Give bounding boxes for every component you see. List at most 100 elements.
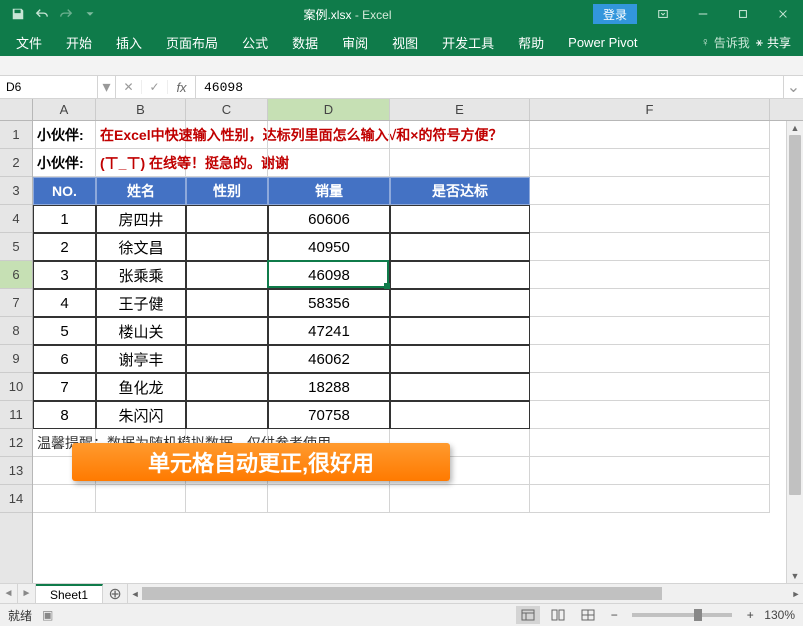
view-page-layout-icon[interactable] <box>546 606 570 624</box>
cell[interactable] <box>186 317 268 345</box>
ribbon-options-icon[interactable] <box>643 0 683 28</box>
cell[interactable] <box>530 317 770 345</box>
cell[interactable]: 姓名 <box>96 177 186 205</box>
cancel-formula-icon[interactable]: ✕ <box>116 80 142 94</box>
scroll-right-icon[interactable]: ► <box>789 584 803 603</box>
tab-插入[interactable]: 插入 <box>104 28 154 56</box>
cell[interactable]: 47241 <box>268 317 390 345</box>
cell[interactable]: 朱闪闪 <box>96 401 186 429</box>
cell[interactable]: 张乘乘 <box>96 261 186 289</box>
login-button[interactable]: 登录 <box>593 4 637 24</box>
cell[interactable] <box>390 345 530 373</box>
column-header-A[interactable]: A <box>33 99 96 120</box>
zoom-slider-thumb[interactable] <box>694 609 702 621</box>
row-header-11[interactable]: 11 <box>0 401 32 429</box>
tab-页面布局[interactable]: 页面布局 <box>154 28 230 56</box>
tab-开发工具[interactable]: 开发工具 <box>430 28 506 56</box>
cell[interactable]: 在Excel中快速输入性别，达标列里面怎么输入√和×的符号方便？ <box>96 121 186 149</box>
cell[interactable]: 房四井 <box>96 205 186 233</box>
cell[interactable] <box>530 345 770 373</box>
sheet-nav-prev-icon[interactable]: ◄ <box>0 584 18 603</box>
cell[interactable] <box>390 401 530 429</box>
cell[interactable]: 销量 <box>268 177 390 205</box>
cell[interactable] <box>530 485 770 513</box>
cell[interactable] <box>390 205 530 233</box>
row-header-13[interactable]: 13 <box>0 457 32 485</box>
column-header-E[interactable]: E <box>390 99 530 120</box>
tab-Power Pivot[interactable]: Power Pivot <box>556 28 649 56</box>
view-page-break-icon[interactable] <box>576 606 600 624</box>
tab-审阅[interactable]: 审阅 <box>330 28 380 56</box>
cell[interactable] <box>33 485 96 513</box>
cell[interactable] <box>186 233 268 261</box>
cell[interactable]: 8 <box>33 401 96 429</box>
sheet-nav-next-icon[interactable]: ► <box>18 584 36 603</box>
add-sheet-icon[interactable]: ⊕ <box>103 584 127 603</box>
cell[interactable]: 小伙伴: <box>33 121 96 149</box>
cell[interactable] <box>390 373 530 401</box>
cell[interactable] <box>530 401 770 429</box>
close-icon[interactable] <box>763 0 803 28</box>
formula-input[interactable]: 46098 <box>196 76 783 98</box>
row-header-10[interactable]: 10 <box>0 373 32 401</box>
cell[interactable] <box>390 289 530 317</box>
zoom-in-button[interactable]: + <box>742 608 758 622</box>
cell[interactable] <box>268 485 390 513</box>
cell[interactable]: 性别 <box>186 177 268 205</box>
row-header-6[interactable]: 6 <box>0 261 32 289</box>
cell[interactable]: (ㄒ_ㄒ) 在线等！挺急的。谢谢 <box>96 149 186 177</box>
cell[interactable]: 4 <box>33 289 96 317</box>
undo-icon[interactable] <box>30 2 54 26</box>
cell[interactable]: 18288 <box>268 373 390 401</box>
scroll-down-icon[interactable]: ▼ <box>787 569 803 583</box>
cell[interactable]: NO. <box>33 177 96 205</box>
qat-dropdown-icon[interactable] <box>78 2 102 26</box>
cell[interactable] <box>530 261 770 289</box>
cell[interactable] <box>186 121 268 149</box>
fx-icon[interactable]: fx <box>168 76 196 98</box>
enter-formula-icon[interactable]: ✓ <box>142 80 168 94</box>
expand-formula-bar-icon[interactable]: ⌄ <box>783 76 803 98</box>
cell[interactable]: 46062 <box>268 345 390 373</box>
horizontal-scrollbar[interactable]: ◄ ► <box>127 584 803 603</box>
share-button[interactable]: ⚹共享 <box>756 34 791 51</box>
name-box-dropdown-icon[interactable]: ▾ <box>98 76 116 98</box>
row-header-14[interactable]: 14 <box>0 485 32 513</box>
minimize-icon[interactable] <box>683 0 723 28</box>
redo-icon[interactable] <box>54 2 78 26</box>
cell[interactable] <box>268 121 390 149</box>
maximize-icon[interactable] <box>723 0 763 28</box>
cell[interactable]: 王子健 <box>96 289 186 317</box>
cell[interactable] <box>530 233 770 261</box>
column-header-C[interactable]: C <box>186 99 268 120</box>
cell[interactable] <box>530 205 770 233</box>
cell[interactable] <box>186 373 268 401</box>
cell[interactable]: 58356 <box>268 289 390 317</box>
cell[interactable]: 3 <box>33 261 96 289</box>
vscroll-thumb[interactable] <box>789 135 801 495</box>
zoom-out-button[interactable]: − <box>606 608 622 622</box>
cell[interactable] <box>390 317 530 345</box>
cell[interactable] <box>186 205 268 233</box>
row-header-7[interactable]: 7 <box>0 289 32 317</box>
column-header-F[interactable]: F <box>530 99 770 120</box>
cell[interactable]: 40950 <box>268 233 390 261</box>
scroll-left-icon[interactable]: ◄ <box>128 584 142 603</box>
cell[interactable]: 鱼化龙 <box>96 373 186 401</box>
cell[interactable]: 徐文昌 <box>96 233 186 261</box>
zoom-slider[interactable] <box>632 613 732 617</box>
cell[interactable] <box>268 149 390 177</box>
cell[interactable] <box>530 429 770 457</box>
row-header-2[interactable]: 2 <box>0 149 32 177</box>
select-all-corner[interactable] <box>0 99 32 121</box>
cell[interactable] <box>530 373 770 401</box>
hscroll-thumb[interactable] <box>142 587 662 600</box>
row-header-9[interactable]: 9 <box>0 345 32 373</box>
scroll-up-icon[interactable]: ▲ <box>787 121 803 135</box>
cell[interactable] <box>186 261 268 289</box>
tab-开始[interactable]: 开始 <box>54 28 104 56</box>
name-box[interactable]: D6 <box>0 76 98 98</box>
cell[interactable] <box>390 121 530 149</box>
column-header-B[interactable]: B <box>96 99 186 120</box>
column-header-D[interactable]: D <box>268 99 390 120</box>
